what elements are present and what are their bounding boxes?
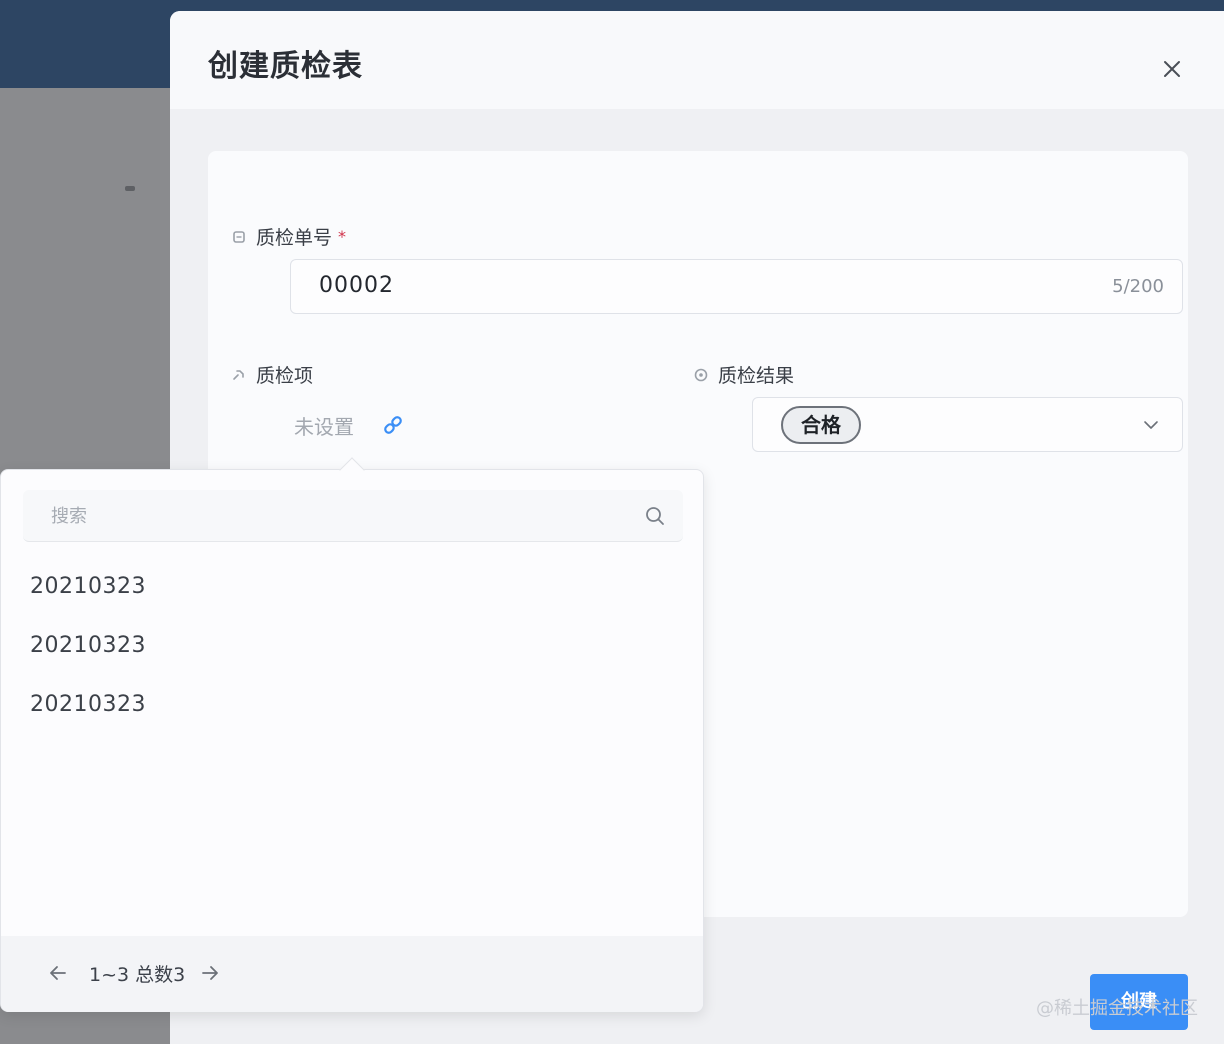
- arrow-right-icon[interactable]: [199, 962, 221, 984]
- inspection-no-value: 00002: [319, 273, 394, 298]
- required-mark: *: [338, 227, 347, 246]
- modal-title: 创建质检表: [208, 49, 363, 84]
- inspection-result-label-text: 质检结果: [718, 365, 795, 387]
- inspection-result-select[interactable]: 合格: [752, 397, 1183, 452]
- list-item[interactable]: 20210323: [1, 618, 703, 674]
- dropdown-footer: 1~3 总数3: [1, 936, 703, 1012]
- pagination-info: 1~3 总数3: [89, 964, 186, 986]
- list-item[interactable]: 20210323: [1, 677, 703, 733]
- chevron-down-icon: [1142, 416, 1160, 438]
- link-type-icon: [230, 366, 248, 384]
- arrow-left-icon[interactable]: [47, 962, 69, 984]
- watermark: @稀土掘金技术社区: [1036, 998, 1198, 1019]
- close-icon[interactable]: [1160, 57, 1184, 81]
- inspection-result-label: 质检结果: [692, 361, 794, 388]
- inspection-item-dropdown: 20210323 20210323 20210323 1~3 总数3: [0, 457, 704, 1012]
- inspection-no-label: 质检单号 *: [230, 223, 346, 250]
- search-input[interactable]: [51, 490, 631, 542]
- modal-header: 创建质检表: [170, 11, 1224, 109]
- selected-option-tag: 合格: [781, 406, 861, 444]
- char-count: 5/200: [1112, 276, 1164, 297]
- select-type-icon: [692, 366, 710, 384]
- link-icon[interactable]: [382, 414, 404, 436]
- field-type-icon: [230, 228, 248, 246]
- inspection-item-value: 未设置: [294, 415, 354, 439]
- background-element: [125, 186, 135, 191]
- inspection-no-input[interactable]: 00002 5/200: [290, 259, 1183, 314]
- list-item[interactable]: 20210323: [1, 559, 703, 615]
- inspection-item-label-text: 质检项: [256, 365, 314, 387]
- search-box: [23, 490, 683, 542]
- search-icon[interactable]: [643, 504, 667, 528]
- inspection-item-label: 质检项: [230, 361, 313, 388]
- inspection-no-label-text: 质检单号: [256, 227, 333, 249]
